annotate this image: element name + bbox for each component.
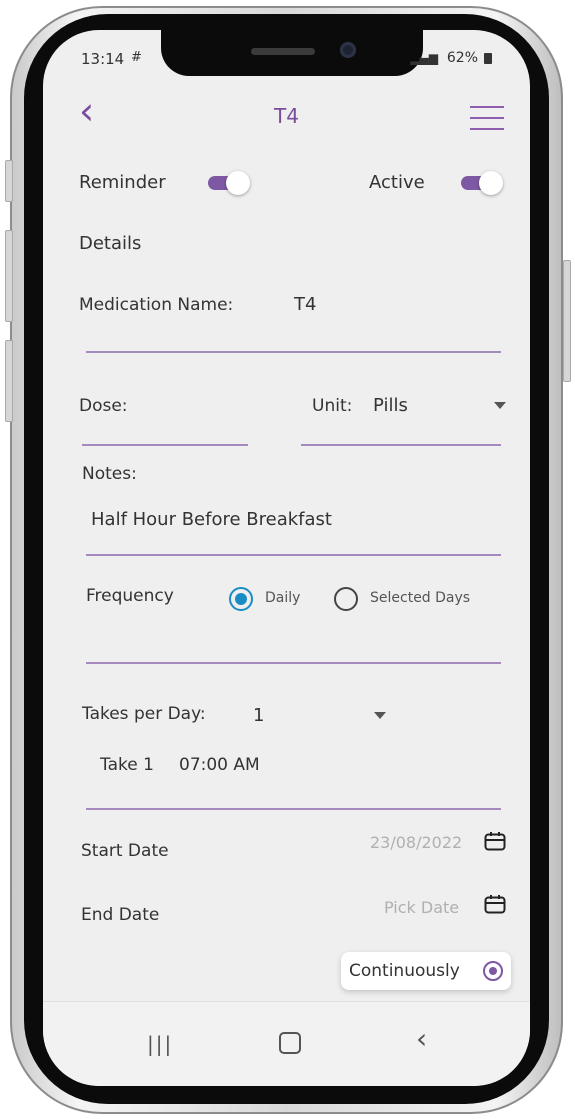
take-1-time[interactable]: 07:00 AM bbox=[179, 755, 260, 775]
frequency-selected-days-radio[interactable] bbox=[334, 587, 358, 611]
reminder-toggle[interactable] bbox=[208, 171, 250, 195]
takes-per-day-select[interactable]: 1 bbox=[253, 705, 264, 726]
battery-percentage: 62% bbox=[446, 50, 478, 66]
reminder-label: Reminder bbox=[79, 172, 166, 193]
start-date-value[interactable]: 23/08/2022 bbox=[370, 833, 462, 852]
frequency-label: Frequency bbox=[86, 586, 174, 606]
notes-underline bbox=[86, 554, 501, 556]
unit-underline bbox=[301, 444, 501, 446]
end-date-label: End Date bbox=[81, 905, 160, 925]
start-date-label: Start Date bbox=[81, 841, 169, 861]
continuously-label: Continuously bbox=[349, 961, 460, 981]
take-1-label: Take 1 bbox=[100, 755, 154, 775]
side-button-right bbox=[563, 260, 571, 382]
nfc-icon: # bbox=[131, 50, 142, 65]
speaker bbox=[251, 48, 315, 55]
dropdown-caret-icon[interactable] bbox=[494, 402, 506, 409]
frequency-selected-days-label: Selected Days bbox=[370, 590, 471, 606]
hamburger-menu-icon[interactable] bbox=[470, 106, 504, 139]
medication-name-underline bbox=[86, 351, 501, 353]
frequency-underline bbox=[86, 662, 501, 664]
status-bar: 13:14 # ▂▄▆ 62% bbox=[43, 30, 530, 88]
end-calendar-icon[interactable] bbox=[484, 894, 506, 914]
medication-name-label: Medication Name: bbox=[79, 295, 234, 315]
takes-per-day-label: Takes per Day: bbox=[82, 704, 206, 724]
app-screen: 13:14 # ▂▄▆ 62% ‹ T4 Reminder Active Det… bbox=[43, 30, 530, 1086]
takes-underline bbox=[86, 808, 501, 810]
dose-label: Dose: bbox=[79, 396, 128, 416]
status-time: 13:14 bbox=[81, 50, 125, 68]
continuously-radio[interactable] bbox=[483, 961, 503, 981]
dose-input[interactable] bbox=[82, 444, 248, 446]
side-button-left-3 bbox=[5, 340, 13, 422]
frequency-daily-radio[interactable] bbox=[229, 587, 253, 611]
unit-select[interactable]: Pills bbox=[373, 395, 408, 416]
battery-icon bbox=[484, 53, 492, 64]
page-title: T4 bbox=[274, 104, 299, 128]
recent-apps-icon[interactable]: ||| bbox=[147, 1032, 173, 1056]
end-date-placeholder[interactable]: Pick Date bbox=[384, 898, 459, 917]
frequency-daily-label: Daily bbox=[265, 590, 301, 606]
medication-name-input[interactable]: T4 bbox=[294, 294, 316, 315]
details-heading: Details bbox=[79, 233, 142, 254]
nav-back-icon[interactable]: ‹ bbox=[416, 1022, 427, 1055]
takes-dropdown-caret-icon[interactable] bbox=[374, 712, 386, 719]
home-icon[interactable] bbox=[279, 1032, 301, 1054]
signal-icon: ▂▄▆ bbox=[410, 51, 438, 65]
notes-input[interactable]: Half Hour Before Breakfast bbox=[91, 509, 332, 530]
camera-notch bbox=[161, 30, 423, 76]
side-button-left-1 bbox=[5, 160, 13, 202]
unit-label: Unit: bbox=[312, 396, 353, 416]
continuously-option[interactable]: Continuously bbox=[341, 952, 511, 990]
start-calendar-icon[interactable] bbox=[484, 831, 506, 851]
active-label: Active bbox=[369, 172, 425, 193]
front-camera bbox=[340, 42, 356, 58]
android-nav-bar: ||| ‹ bbox=[43, 1001, 530, 1086]
active-toggle[interactable] bbox=[461, 171, 503, 195]
side-button-left-2 bbox=[5, 230, 13, 322]
notes-label: Notes: bbox=[82, 464, 137, 484]
